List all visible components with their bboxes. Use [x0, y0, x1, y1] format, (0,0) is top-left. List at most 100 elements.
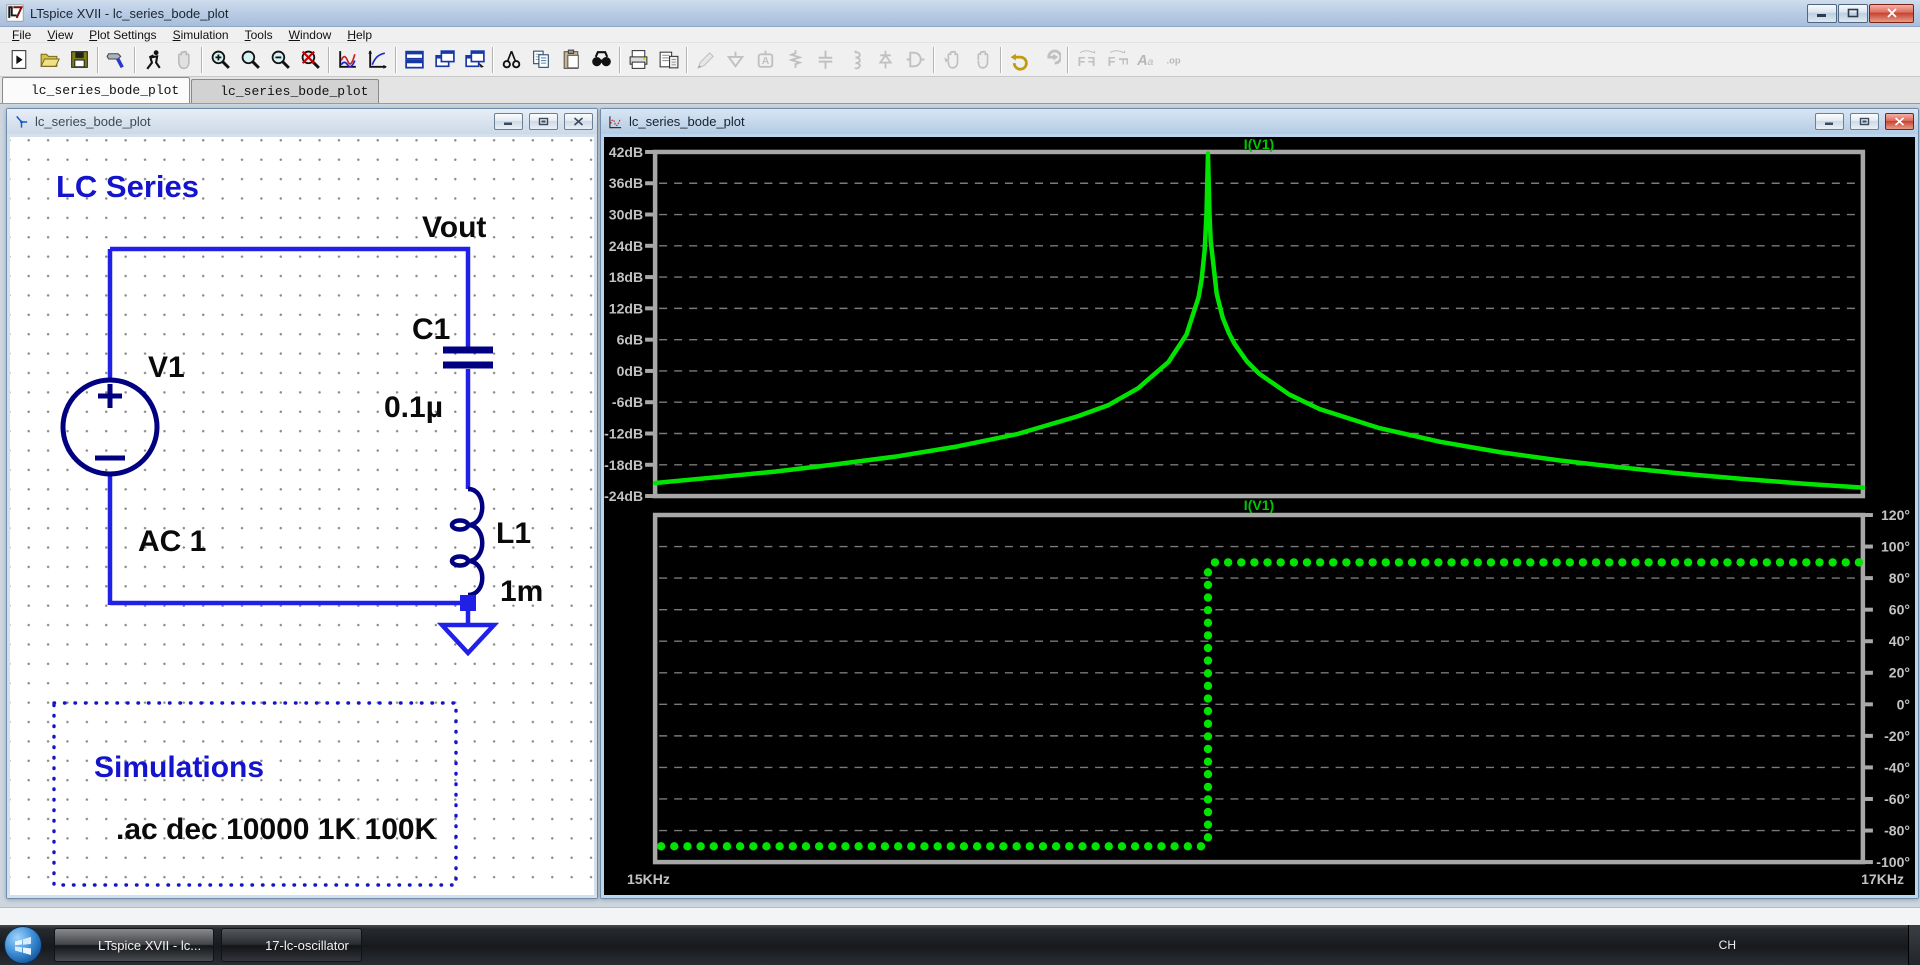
language-indicator[interactable]: CH: [1719, 938, 1736, 952]
diode-button[interactable]: [870, 45, 900, 74]
value-l1[interactable]: 1m: [500, 575, 543, 608]
tile-windows-button[interactable]: [399, 45, 429, 74]
menu-item-tools[interactable]: Tools: [237, 27, 281, 43]
frequency-axis[interactable]: 15KHz17KHz: [627, 871, 1904, 887]
undo-button[interactable]: [1004, 45, 1034, 74]
label-l1[interactable]: L1: [496, 517, 531, 550]
tray-keyboard-icon[interactable]: [1745, 936, 1763, 954]
tray-window-popup-icon[interactable]: [1799, 936, 1817, 954]
plot-window-titlebar[interactable]: lc_series_bode_plot: [601, 109, 1918, 134]
phase-axis[interactable]: 120°100°80°60°40°20°0°-20°-40°-60°-80°-1…: [1864, 507, 1910, 870]
phase-trace-label[interactable]: I(V1): [1244, 497, 1274, 513]
main-titlebar[interactable]: LTspice XVII - lc_series_bode_plot: [0, 0, 1920, 27]
capacitor-button[interactable]: [810, 45, 840, 74]
ground-button[interactable]: [720, 45, 750, 74]
tray-network-icon[interactable]: [1880, 936, 1898, 954]
plot-canvas[interactable]: 42dB36dB30dB24dB18dB12dB6dB0dB-6dB-12dB-…: [604, 137, 1915, 895]
control-panel-button[interactable]: [101, 45, 131, 74]
autorange-y-button[interactable]: [332, 45, 362, 74]
zoom-out-button[interactable]: [265, 45, 295, 74]
new-schematic-button[interactable]: [4, 45, 34, 74]
cascade-windows-button[interactable]: [429, 45, 459, 74]
halt-button[interactable]: [168, 45, 198, 74]
rotate-button[interactable]: FF: [1101, 45, 1131, 74]
copy-button[interactable]: [526, 45, 556, 74]
autorange-y-icon: [336, 48, 359, 71]
tab-2-lc-series-bode-plot[interactable]: lc_series_bode_plot: [191, 79, 379, 103]
open-button[interactable]: [34, 45, 64, 74]
maximize-button[interactable]: [1838, 4, 1868, 23]
phase-dot: [736, 842, 744, 850]
menu-item-window[interactable]: Window: [281, 27, 340, 43]
minimize-button[interactable]: [1807, 4, 1837, 23]
tray-show-hidden-icons-icon[interactable]: [1826, 936, 1844, 954]
net-label-vout[interactable]: Vout: [422, 211, 486, 244]
schematic-minimize-button[interactable]: [494, 113, 523, 130]
schematic-restore-button[interactable]: [529, 113, 558, 130]
schematic-close-button[interactable]: [564, 113, 593, 130]
phase-pane[interactable]: [655, 515, 1863, 862]
toolbar-separator: [492, 47, 493, 73]
capacitor-c1[interactable]: [443, 350, 493, 365]
node-junction[interactable]: [460, 595, 476, 611]
resistor-button[interactable]: [780, 45, 810, 74]
menu-item-simulation[interactable]: Simulation: [165, 27, 237, 43]
magnitude-pane[interactable]: [655, 152, 1863, 496]
schematic-title-text[interactable]: LC Series: [56, 169, 199, 204]
cut-button[interactable]: [496, 45, 526, 74]
db-axis[interactable]: 42dB36dB30dB24dB18dB12dB6dB0dB-6dB-12dB-…: [604, 144, 654, 504]
redo-button[interactable]: [1034, 45, 1064, 74]
phase-dot: [683, 842, 691, 850]
tab-1-lc-series-bode-plot[interactable]: lc_series_bode_plot: [2, 77, 190, 103]
inductor-button[interactable]: [840, 45, 870, 74]
value-c1[interactable]: 0.1µ: [384, 391, 443, 424]
zoom-fit-button[interactable]: [295, 45, 325, 74]
tray-action-center-icon[interactable]: [1853, 936, 1871, 954]
taskbar-task-ltspice-xvii-lc-[interactable]: LTspice XVII - lc...: [54, 928, 214, 962]
zoom-in-button[interactable]: [205, 45, 235, 74]
run-button[interactable]: [138, 45, 168, 74]
inductor-l1[interactable]: [452, 489, 482, 595]
net-label-button[interactable]: A: [750, 45, 780, 74]
schematic-icon: [13, 114, 30, 130]
paste-button[interactable]: [556, 45, 586, 74]
mirror-button[interactable]: FF: [1071, 45, 1101, 74]
menu-item-plot-settings[interactable]: Plot Settings: [81, 27, 164, 43]
plot-close-button[interactable]: [1885, 113, 1914, 130]
schematic-canvas[interactable]: LC Series: [10, 137, 594, 895]
zoom-back-button[interactable]: [235, 45, 265, 74]
db-tick-label: -18dB: [604, 457, 643, 473]
label-v1[interactable]: V1: [148, 351, 185, 384]
menu-item-help[interactable]: Help: [339, 27, 380, 43]
menu-item-file[interactable]: File: [4, 27, 39, 43]
find-button[interactable]: [586, 45, 616, 74]
schematic-window[interactable]: lc_series_bode_plot LC Series: [6, 108, 598, 899]
drag-button[interactable]: [967, 45, 997, 74]
magnitude-trace-label[interactable]: I(V1): [1244, 137, 1274, 152]
plot-settings-button[interactable]: [362, 45, 392, 74]
plot-restore-button[interactable]: [1850, 113, 1879, 130]
plot-minimize-button[interactable]: [1815, 113, 1844, 130]
close-button[interactable]: [1869, 4, 1914, 23]
spice-directive-button[interactable]: .op: [1161, 45, 1191, 74]
save-button[interactable]: [64, 45, 94, 74]
draw-wire-button[interactable]: [690, 45, 720, 74]
component-button[interactable]: [900, 45, 930, 74]
spice-directive-text[interactable]: .ac dec 10000 1K 100K: [116, 813, 437, 846]
print-button[interactable]: [623, 45, 653, 74]
tray-help-icon[interactable]: [1772, 936, 1790, 954]
schematic-window-titlebar[interactable]: lc_series_bode_plot: [7, 109, 597, 134]
label-c1[interactable]: C1: [412, 313, 450, 346]
value-ac1[interactable]: AC 1: [138, 525, 206, 558]
print-preview-button[interactable]: [653, 45, 683, 74]
menu-item-view[interactable]: View: [39, 27, 81, 43]
voltage-source-v1[interactable]: [63, 380, 157, 474]
move-button[interactable]: [937, 45, 967, 74]
cascade-windows-alt-button[interactable]: [459, 45, 489, 74]
taskbar-task-17-lc-oscillator[interactable]: 17-lc-oscillator: [221, 928, 362, 962]
show-desktop-button[interactable]: [1908, 925, 1920, 965]
plot-window[interactable]: lc_series_bode_plot 42dB36dB30dB24dB18dB…: [600, 108, 1919, 899]
start-button[interactable]: [4, 926, 42, 964]
text-tool-button[interactable]: Aa: [1131, 45, 1161, 74]
ground-symbol[interactable]: [442, 611, 494, 653]
